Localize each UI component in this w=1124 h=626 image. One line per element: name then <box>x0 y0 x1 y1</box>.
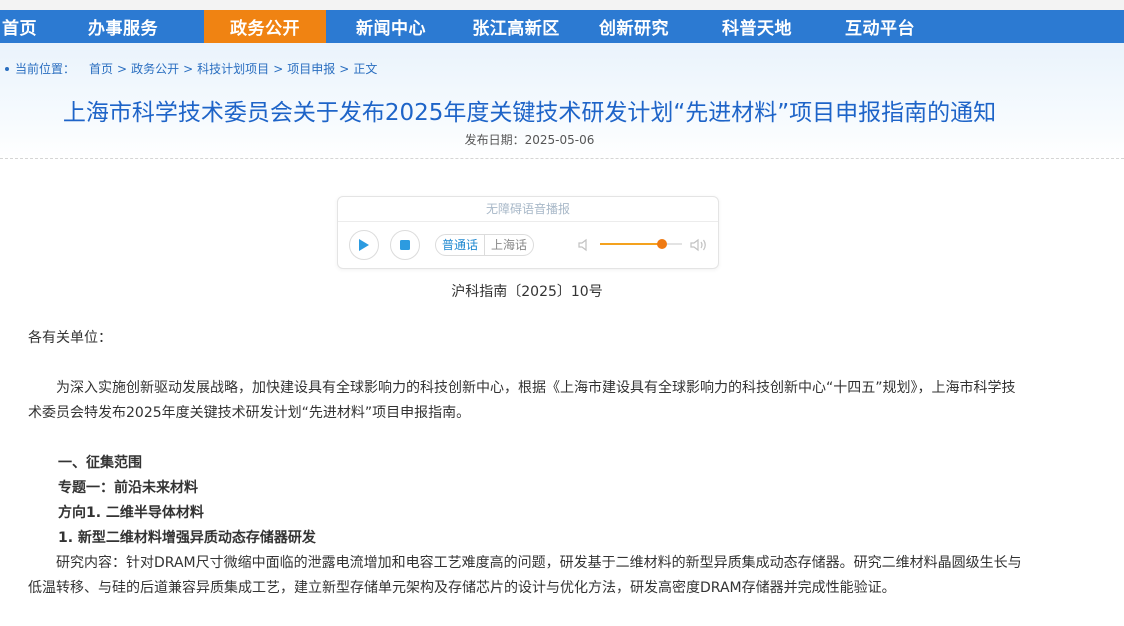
nav-interaction[interactable]: 互动平台 <box>822 10 938 43</box>
volume-low-icon[interactable] <box>578 237 592 256</box>
nav-science[interactable]: 科普天地 <box>692 10 822 43</box>
article-header: 当前位置： 首页 > 政务公开 > 科技计划项目 > 项目申报 > 正文 上海市… <box>0 43 1124 158</box>
breadcrumb-projects[interactable]: 科技计划项目 <box>197 60 269 77</box>
item-heading: 1. 新型二维材料增强异质动态存储器研发 <box>58 530 316 546</box>
nav-research[interactable]: 创新研究 <box>576 10 692 43</box>
bullet-icon <box>5 66 9 71</box>
stop-icon <box>400 240 410 250</box>
topic-heading: 专题一：前沿未来材料 <box>58 480 198 496</box>
nav-gov-affairs[interactable]: 政务公开 <box>204 10 326 43</box>
intro-paragraph: 为深入实施创新驱动发展战略，加快建设具有全球影响力的科技创新中心，根据《上海市建… <box>28 380 1016 421</box>
publish-date: 发布日期：2025-05-06 <box>0 131 1059 148</box>
research-content: 研究内容：针对DRAM尺寸微缩中面临的泄露电流增加和电容工艺难度高的问题，研发基… <box>28 555 1022 596</box>
breadcrumb: 当前位置： 首页 > 政务公开 > 科技计划项目 > 项目申报 > 正文 <box>5 60 381 77</box>
player-title: 无障碍语音播报 <box>338 197 718 222</box>
volume-fill <box>600 243 662 245</box>
header-divider <box>0 158 1124 159</box>
stop-button[interactable] <box>390 230 420 260</box>
nav-zhangjiang[interactable]: 张江高新区 <box>456 10 576 43</box>
main-nav: 首页 办事服务 政务公开 新闻中心 张江高新区 创新研究 科普天地 互动平台 <box>0 10 1124 43</box>
play-icon <box>359 239 369 251</box>
play-button[interactable] <box>349 230 379 260</box>
volume-knob[interactable] <box>656 239 667 249</box>
breadcrumb-sep: > <box>183 61 194 76</box>
section-heading: 一、征集范围 <box>58 455 142 471</box>
dialect-shanghainese[interactable]: 上海话 <box>485 235 533 255</box>
breadcrumb-home[interactable]: 首页 <box>89 60 113 77</box>
nav-home[interactable]: 首页 <box>0 10 42 43</box>
page-title: 上海市科学技术委员会关于发布2025年度关键技术研发计划“先进材料”项目申报指南… <box>62 100 997 126</box>
greeting: 各有关单位： <box>28 330 112 346</box>
publish-date-label: 发布日期： <box>464 133 525 147</box>
breadcrumb-sep: > <box>273 61 284 76</box>
breadcrumb-apply[interactable]: 项目申报 <box>287 60 335 77</box>
nav-news[interactable]: 新闻中心 <box>326 10 456 43</box>
publish-date-value: 2025-05-06 <box>524 133 595 147</box>
breadcrumb-current: 正文 <box>353 62 378 76</box>
breadcrumb-sep: > <box>117 61 128 76</box>
dialect-switch: 普通话 上海话 <box>435 234 535 256</box>
document-number: 沪科指南〔2025〕10号 <box>451 284 603 300</box>
top-strip <box>0 0 1124 10</box>
article-body: 各有关单位： 为深入实施创新驱动发展战略，加快建设具有全球影响力的科技创新中心，… <box>28 326 1028 601</box>
direction-heading: 方向1. 二维半导体材料 <box>58 505 204 521</box>
volume-slider[interactable] <box>600 239 682 249</box>
volume-high-icon[interactable] <box>690 237 708 256</box>
breadcrumb-sep: > <box>339 61 350 76</box>
breadcrumb-label: 当前位置： <box>15 62 76 76</box>
breadcrumb-gov-affairs[interactable]: 政务公开 <box>131 60 179 77</box>
dialect-mandarin[interactable]: 普通话 <box>436 235 486 255</box>
audio-player: 无障碍语音播报 普通话 上海话 <box>337 196 719 269</box>
nav-services[interactable]: 办事服务 <box>42 10 204 43</box>
